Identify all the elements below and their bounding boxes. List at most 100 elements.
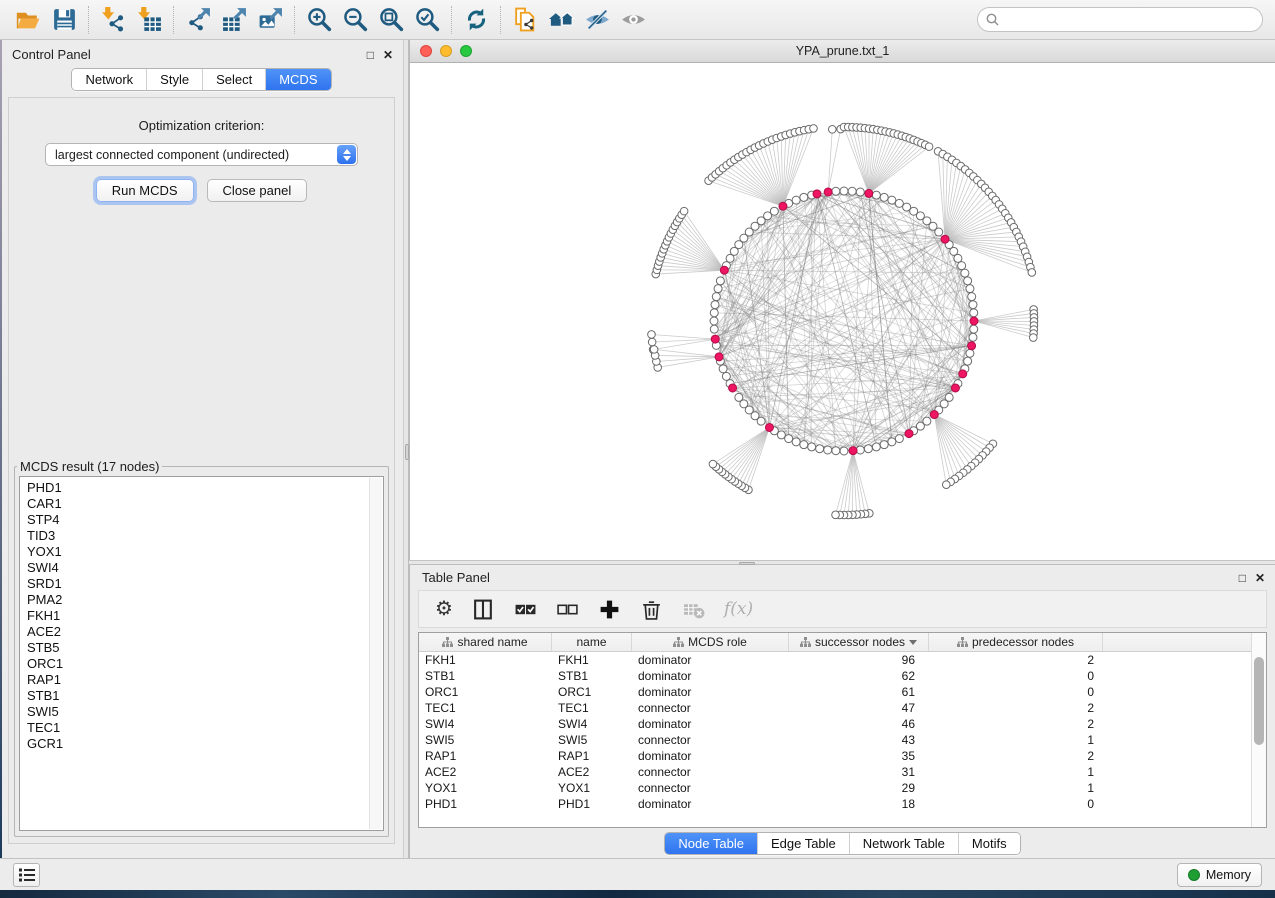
export-table-icon[interactable]	[216, 5, 252, 35]
network-canvas[interactable]	[410, 63, 1275, 560]
mcds-result-item[interactable]: PMA2	[27, 592, 383, 608]
table-cell: dominator	[632, 716, 789, 732]
close-panel-icon[interactable]: ✕	[383, 49, 393, 61]
column-header-MCDS-role[interactable]: MCDS role	[632, 633, 789, 651]
column-header-predecessor-nodes[interactable]: predecessor nodes	[929, 633, 1103, 651]
table-row[interactable]: SWI4SWI4dominator462	[419, 716, 1266, 732]
import-table-icon[interactable]	[131, 5, 167, 35]
mcds-result-item[interactable]: ACE2	[27, 624, 383, 640]
network-titlebar[interactable]: YPA_prune.txt_1	[410, 40, 1275, 63]
mcds-result-item[interactable]: STP4	[27, 512, 383, 528]
delete-column-icon[interactable]	[640, 594, 663, 624]
zoom-fit-icon[interactable]	[373, 5, 409, 35]
criterion-dropdown[interactable]: largest connected component (undirected)	[45, 143, 358, 166]
deselect-all-icon[interactable]	[556, 594, 579, 624]
add-column-icon[interactable]	[598, 594, 621, 624]
mcds-result-item[interactable]: TID3	[27, 528, 383, 544]
tab-network-table[interactable]: Network Table	[849, 833, 958, 854]
mcds-result-item[interactable]: STB5	[27, 640, 383, 656]
column-header-successor-nodes[interactable]: successor nodes	[789, 633, 929, 651]
network-graph[interactable]	[410, 63, 1275, 560]
table-cell: 46	[789, 716, 929, 732]
float-table-panel-icon[interactable]: □	[1239, 572, 1246, 584]
table-row[interactable]: TEC1TEC1connector472	[419, 700, 1266, 716]
column-type-icon	[800, 637, 811, 647]
refresh-icon[interactable]	[458, 5, 494, 35]
export-image-icon[interactable]	[252, 5, 288, 35]
mcds-result-item[interactable]: TEC1	[27, 720, 383, 736]
table-cell: 1	[929, 764, 1103, 780]
search-input[interactable]	[977, 7, 1263, 32]
float-panel-icon[interactable]: □	[367, 49, 374, 61]
table-header-row: shared namenameMCDS rolesuccessor nodesp…	[419, 633, 1266, 652]
maximize-window-icon[interactable]	[460, 45, 472, 57]
mcds-scrollbar[interactable]	[369, 478, 382, 829]
table-cell: YOX1	[419, 780, 552, 796]
hide-selected-icon[interactable]	[579, 5, 615, 35]
vertical-splitter[interactable]	[403, 40, 409, 858]
mcds-result-item[interactable]: ORC1	[27, 656, 383, 672]
mcds-result-item[interactable]: YOX1	[27, 544, 383, 560]
tab-mcds[interactable]: MCDS	[265, 69, 330, 90]
close-window-icon[interactable]	[420, 45, 432, 57]
task-history-button[interactable]	[13, 863, 40, 887]
tab-network[interactable]: Network	[72, 69, 146, 90]
select-all-icon[interactable]	[514, 594, 537, 624]
mcds-result-item[interactable]: CAR1	[27, 496, 383, 512]
mcds-result-item[interactable]: RAP1	[27, 672, 383, 688]
mcds-result-item[interactable]: STB1	[27, 688, 383, 704]
table-row[interactable]: SWI5SWI5connector431	[419, 732, 1266, 748]
table-row[interactable]: RAP1RAP1dominator352	[419, 748, 1266, 764]
table-scrollbar[interactable]	[1251, 633, 1266, 827]
minimize-window-icon[interactable]	[440, 45, 452, 57]
table-row[interactable]: ACE2ACE2connector311	[419, 764, 1266, 780]
table-row[interactable]: FKH1FKH1dominator962	[419, 652, 1266, 668]
table-cell: 1	[929, 780, 1103, 796]
first-neighbors-icon[interactable]	[543, 5, 579, 35]
zoom-selected-icon[interactable]	[409, 5, 445, 35]
horizontal-splitter[interactable]	[409, 560, 1275, 565]
network-window: YPA_prune.txt_1	[409, 40, 1275, 560]
import-network-icon[interactable]	[95, 5, 131, 35]
table-row[interactable]: STB1STB1dominator620	[419, 668, 1266, 684]
desktop-background	[0, 890, 1275, 898]
search-box	[977, 7, 1263, 32]
table-row[interactable]: ORC1ORC1dominator610	[419, 684, 1266, 700]
mcds-result-item[interactable]: SWI4	[27, 560, 383, 576]
control-panel-tabs: NetworkStyleSelectMCDS	[71, 68, 331, 91]
run-mcds-button[interactable]: Run MCDS	[96, 179, 194, 202]
gear-icon[interactable]: ⚙	[435, 594, 453, 624]
close-panel-button[interactable]: Close panel	[207, 179, 308, 202]
table-cell: 0	[929, 796, 1103, 812]
memory-button[interactable]: Memory	[1177, 863, 1262, 887]
mcds-result-group: MCDS result (17 nodes) PHD1CAR1STP4TID3Y…	[14, 459, 389, 837]
control-panel: Control Panel □ ✕ NetworkStyleSelectMCDS…	[0, 40, 403, 858]
export-network-icon[interactable]	[180, 5, 216, 35]
show-all-icon[interactable]	[615, 5, 651, 35]
clone-network-icon[interactable]	[507, 5, 543, 35]
table-row[interactable]: PHD1PHD1dominator180	[419, 796, 1266, 812]
table-cell: 29	[789, 780, 929, 796]
tab-node-table[interactable]: Node Table	[665, 833, 757, 854]
tab-style[interactable]: Style	[146, 69, 202, 90]
zoom-out-icon[interactable]	[337, 5, 373, 35]
mcds-result-item[interactable]: FKH1	[27, 608, 383, 624]
table-row[interactable]: YOX1YOX1connector291	[419, 780, 1266, 796]
zoom-in-icon[interactable]	[301, 5, 337, 35]
mcds-result-item[interactable]: SRD1	[27, 576, 383, 592]
mcds-result-item[interactable]: PHD1	[27, 480, 383, 496]
tab-edge-table[interactable]: Edge Table	[757, 833, 849, 854]
table-cell: dominator	[632, 748, 789, 764]
column-header-shared-name[interactable]: shared name	[419, 633, 552, 651]
close-table-panel-icon[interactable]: ✕	[1255, 572, 1265, 584]
tab-select[interactable]: Select	[202, 69, 265, 90]
save-icon[interactable]	[46, 5, 82, 35]
column-chooser-icon[interactable]	[472, 594, 495, 624]
tab-motifs[interactable]: Motifs	[958, 833, 1020, 854]
memory-label: Memory	[1206, 868, 1251, 882]
mcds-result-title: MCDS result (17 nodes)	[17, 459, 162, 474]
column-header-name[interactable]: name	[552, 633, 632, 651]
open-icon[interactable]	[10, 5, 46, 35]
mcds-result-item[interactable]: SWI5	[27, 704, 383, 720]
mcds-result-item[interactable]: GCR1	[27, 736, 383, 752]
